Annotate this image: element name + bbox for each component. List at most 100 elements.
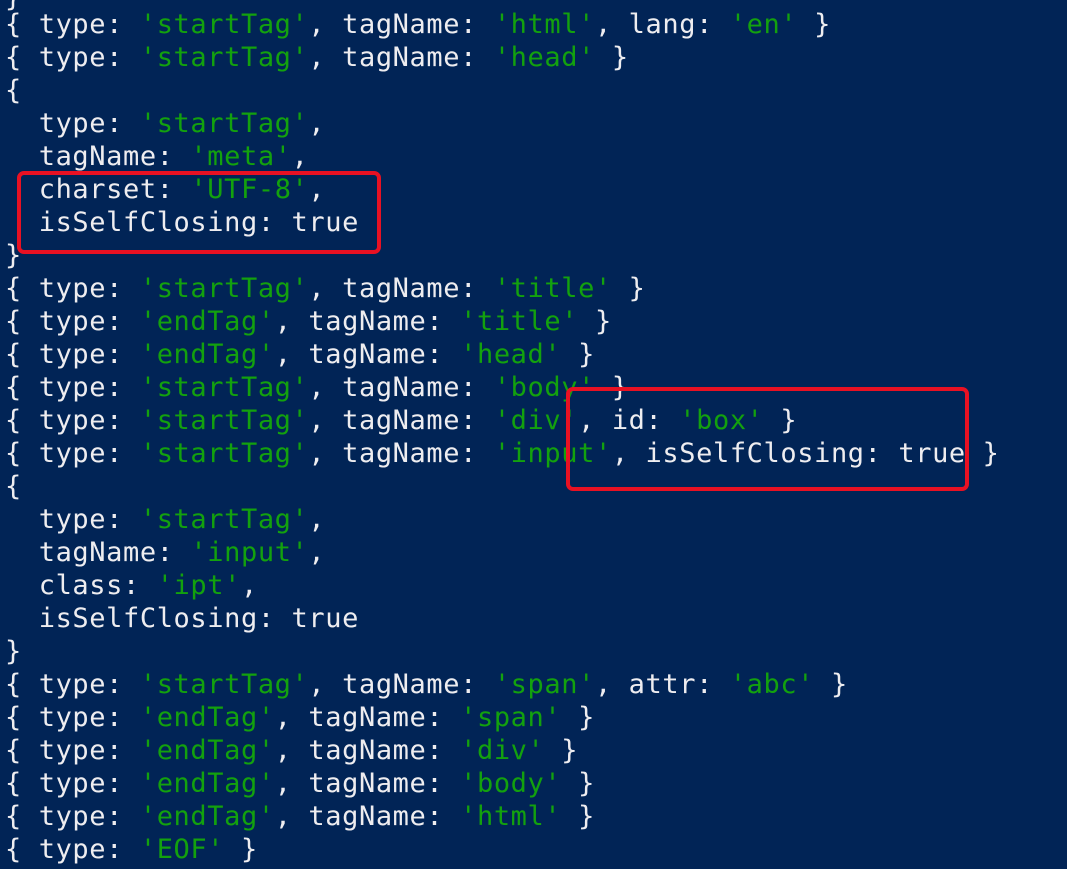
- code-token: }: [561, 339, 595, 370]
- code-token: { type:: [5, 9, 140, 40]
- output-line: {: [5, 470, 22, 503]
- string-token: 'endTag': [139, 306, 275, 337]
- string-token: 'startTag': [139, 669, 309, 700]
- code-token: }: [561, 702, 595, 733]
- code-token: type:: [5, 108, 140, 139]
- code-token: , tagName:: [274, 702, 461, 733]
- output-line: { type: 'startTag', tagName: 'body' }: [5, 371, 629, 404]
- code-token: { type:: [5, 702, 140, 733]
- code-token: { type:: [5, 405, 140, 436]
- output-line: { type: 'startTag', tagName: 'head' }: [5, 41, 629, 74]
- code-token: , tagName:: [308, 273, 494, 304]
- code-token: { type:: [5, 42, 140, 73]
- output-line: { type: 'EOF' }: [5, 833, 258, 866]
- string-token: 'span': [493, 669, 595, 700]
- code-token: }: [797, 9, 831, 40]
- code-token: , tagName:: [308, 405, 494, 436]
- code-token: isSelfClosing: true: [5, 603, 359, 634]
- string-token: 'title': [460, 306, 579, 337]
- code-token: }: [594, 42, 629, 73]
- string-token: 'endTag': [139, 801, 275, 832]
- output-line: { type: 'endTag', tagName: 'html' }: [5, 800, 595, 833]
- string-token: 'startTag': [139, 372, 309, 403]
- output-line: {: [5, 74, 22, 107]
- code-token: }: [561, 801, 595, 832]
- highlight-div-input-attributes: [566, 387, 969, 491]
- code-token: { type:: [5, 801, 140, 832]
- code-token: }: [611, 273, 646, 304]
- code-token: , tagName:: [308, 372, 494, 403]
- string-token: 'endTag': [139, 702, 275, 733]
- string-token: 'endTag': [139, 768, 275, 799]
- code-token: }: [224, 834, 258, 865]
- code-token: class:: [5, 570, 157, 601]
- string-token: 'input': [190, 537, 309, 568]
- code-token: tagName:: [5, 537, 191, 568]
- code-token: ,: [308, 537, 326, 568]
- output-line: }: [5, 635, 22, 668]
- code-token: , tagName:: [274, 306, 461, 337]
- output-line: tagName: 'meta',: [5, 140, 308, 173]
- string-token: 'startTag': [139, 438, 309, 469]
- code-token: }: [578, 306, 612, 337]
- string-token: 'html': [460, 801, 562, 832]
- output-line: { type: 'startTag', tagName: 'span', att…: [5, 668, 848, 701]
- terminal-window[interactable]: } { type: 'startTag', tagName: 'html', l…: [0, 0, 1067, 869]
- code-token: , tagName:: [308, 42, 494, 73]
- output-line: type: 'startTag',: [5, 107, 325, 140]
- string-token: 'startTag': [139, 405, 309, 436]
- output-line: { type: 'endTag', tagName: 'head' }: [5, 338, 595, 371]
- code-token: }: [5, 636, 22, 667]
- code-token: ,: [291, 141, 309, 172]
- code-token: { type:: [5, 438, 140, 469]
- output-line: { type: 'endTag', tagName: 'title' }: [5, 305, 612, 338]
- code-token: }: [561, 768, 595, 799]
- string-token: 'html': [493, 9, 595, 40]
- string-token: 'ipt': [156, 570, 241, 601]
- output-line: { type: 'startTag', tagName: 'title' }: [5, 272, 646, 305]
- output-line: tagName: 'input',: [5, 536, 325, 569]
- code-token: { type:: [5, 768, 140, 799]
- code-token: { type:: [5, 273, 140, 304]
- string-token: 'startTag': [139, 42, 309, 73]
- code-token: { type:: [5, 735, 140, 766]
- code-token: , tagName:: [274, 339, 461, 370]
- string-token: 'meta': [190, 141, 292, 172]
- code-token: ,: [240, 570, 258, 601]
- code-token: , tagName:: [308, 438, 494, 469]
- string-token: 'startTag': [139, 9, 309, 40]
- output-line: { type: 'endTag', tagName: 'body' }: [5, 767, 595, 800]
- output-line: type: 'startTag',: [5, 503, 325, 536]
- output-line: { type: 'startTag', tagName: 'html', lan…: [5, 8, 831, 41]
- highlight-meta-attributes: [17, 171, 381, 254]
- string-token: 'endTag': [139, 735, 275, 766]
- code-token: { type:: [5, 339, 140, 370]
- code-token: , tagName:: [274, 801, 461, 832]
- code-token: , lang:: [594, 9, 730, 40]
- code-token: { type:: [5, 669, 140, 700]
- output-line: class: 'ipt',: [5, 569, 258, 602]
- code-token: }: [544, 735, 579, 766]
- string-token: 'startTag': [139, 108, 309, 139]
- string-token: 'startTag': [139, 273, 309, 304]
- output-line: { type: 'endTag', tagName: 'div' }: [5, 734, 578, 767]
- string-token: 'div': [460, 735, 545, 766]
- code-token: tagName:: [5, 141, 191, 172]
- string-token: 'startTag': [139, 504, 309, 535]
- code-token: ,: [308, 504, 326, 535]
- code-token: { type:: [5, 306, 140, 337]
- string-token: 'title': [493, 273, 612, 304]
- string-token: 'head': [493, 42, 595, 73]
- code-token: ,: [308, 108, 326, 139]
- string-token: 'head': [460, 339, 562, 370]
- output-line: { type: 'endTag', tagName: 'span' }: [5, 701, 595, 734]
- output-line: isSelfClosing: true: [5, 602, 359, 635]
- code-token: { type:: [5, 372, 140, 403]
- string-token: 'en': [729, 9, 798, 40]
- string-token: 'endTag': [139, 339, 275, 370]
- code-token: , tagName:: [274, 768, 461, 799]
- string-token: 'span': [460, 702, 562, 733]
- string-token: 'EOF': [139, 834, 225, 865]
- code-token: {: [5, 471, 22, 502]
- code-token: }: [814, 669, 848, 700]
